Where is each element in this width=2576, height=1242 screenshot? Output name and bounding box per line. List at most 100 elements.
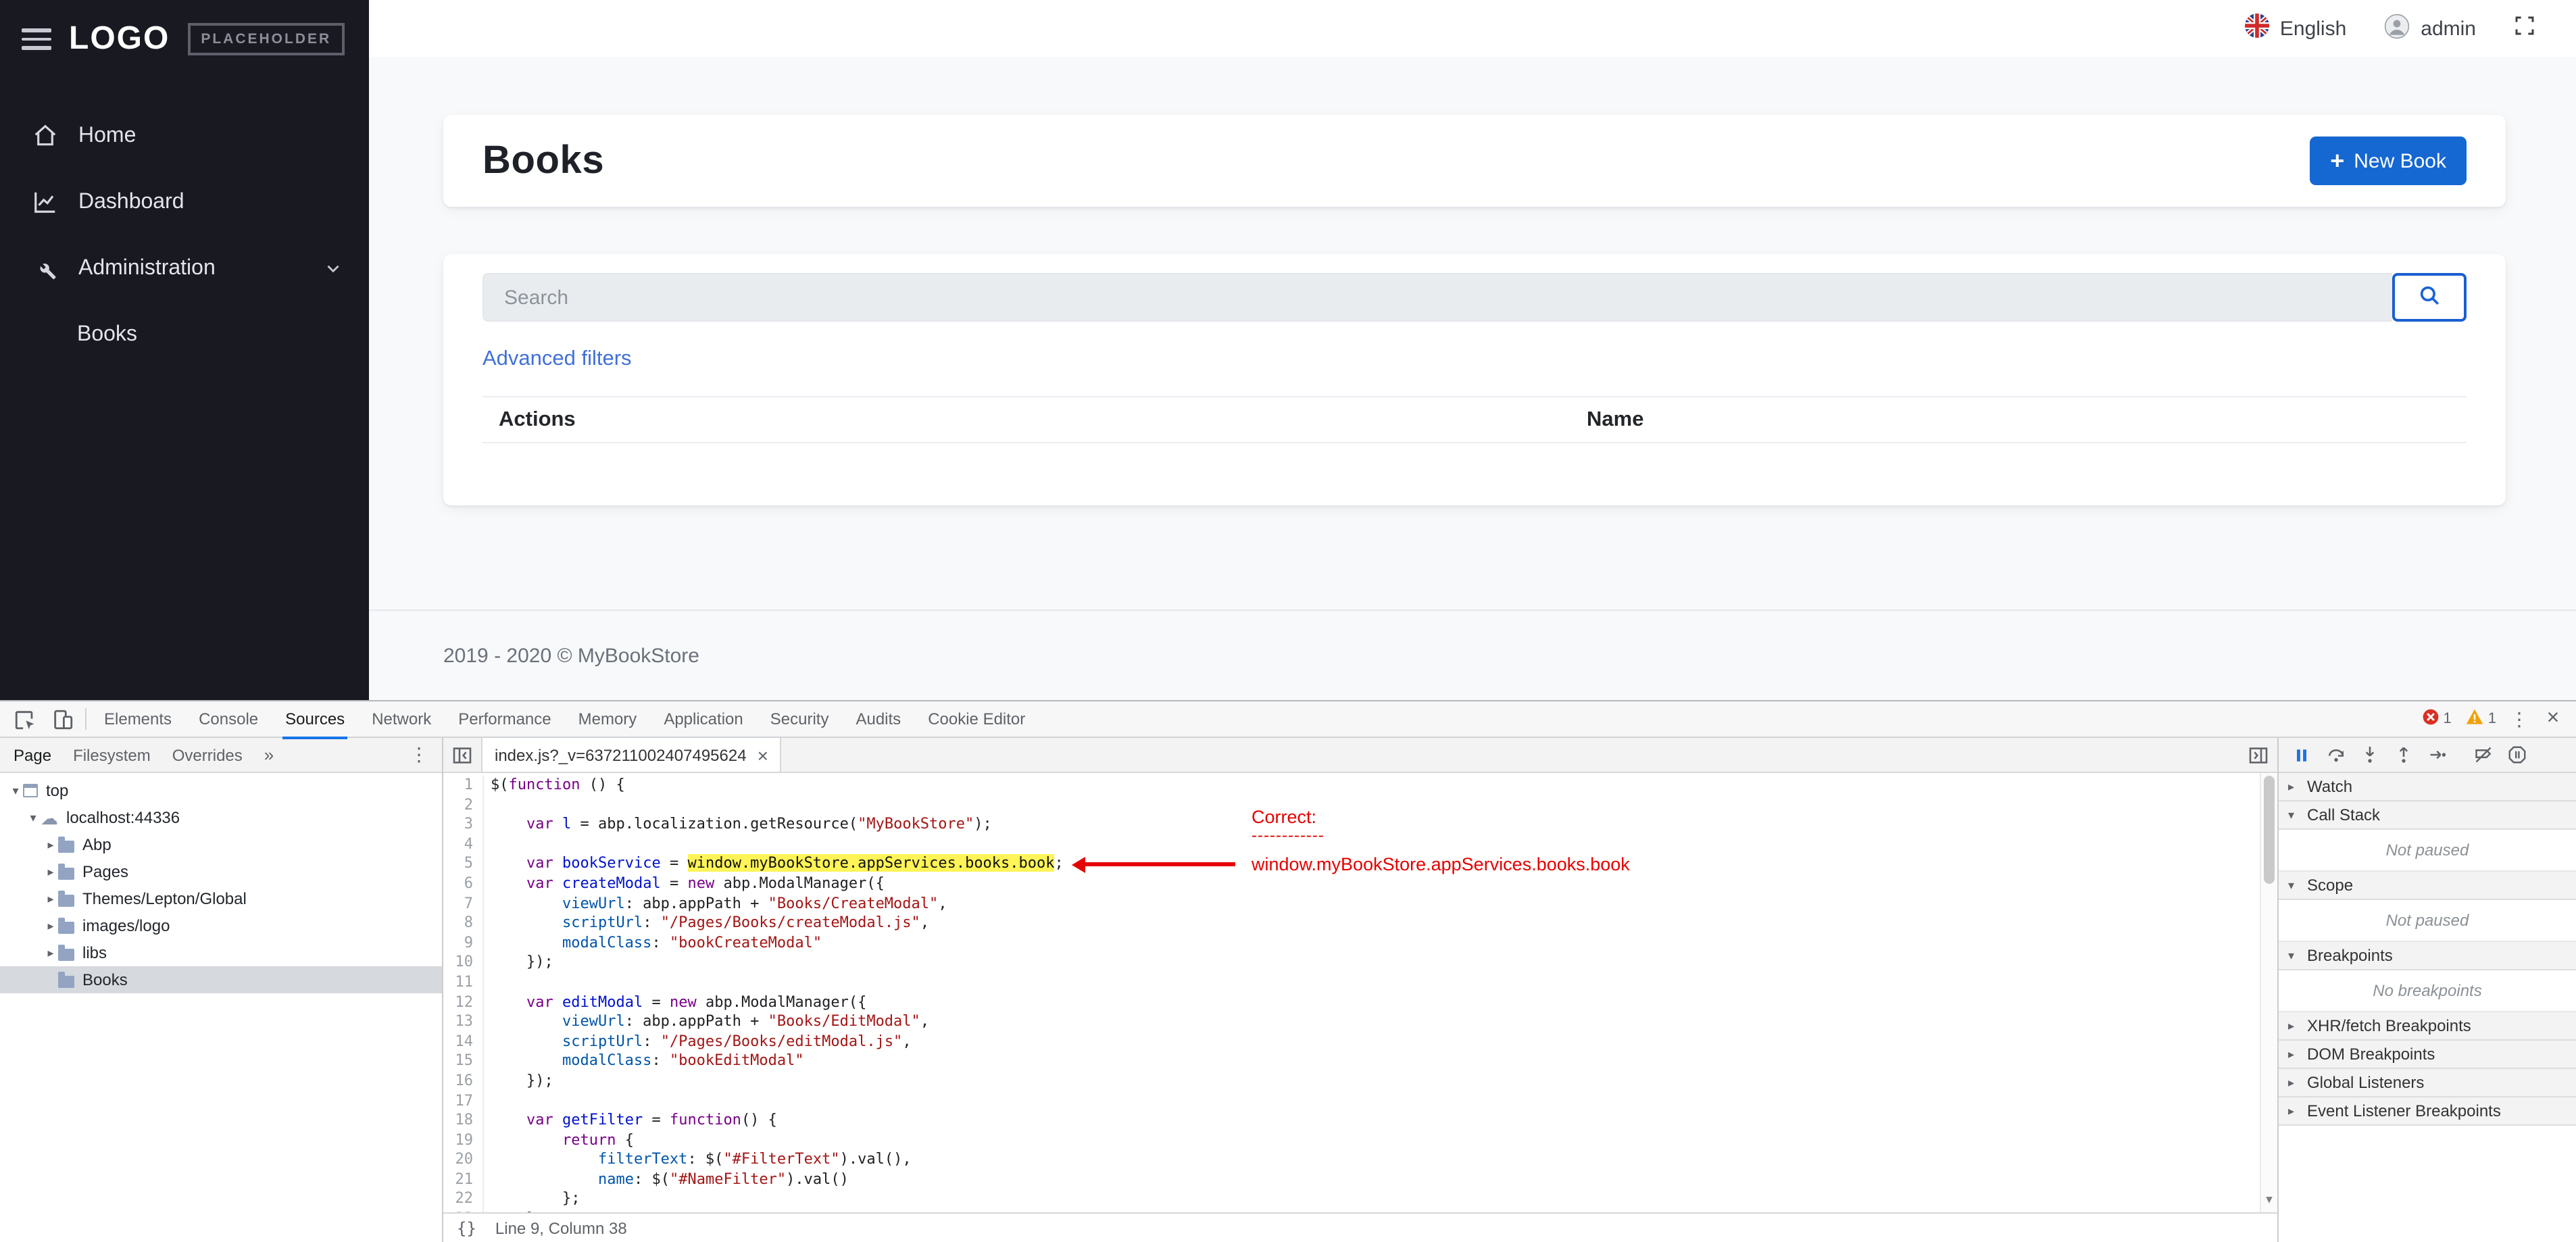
- line-number[interactable]: 11: [443, 972, 484, 993]
- pause-script-icon[interactable]: [2285, 739, 2318, 771]
- line-number[interactable]: 22: [443, 1189, 484, 1210]
- code-text[interactable]: [484, 973, 491, 993]
- tree-item-top[interactable]: ▾ top: [0, 777, 442, 804]
- debugger-section-event-listener-breakpoints[interactable]: ▸ Event Listener Breakpoints: [2279, 1097, 2576, 1126]
- sidebar-item-administration[interactable]: Administration: [0, 235, 369, 301]
- line-number[interactable]: 14: [443, 1032, 484, 1052]
- line-number[interactable]: 3: [443, 815, 484, 835]
- navigator-toggle-icon[interactable]: [443, 738, 481, 772]
- device-toolbar-icon[interactable]: [43, 701, 81, 737]
- line-number[interactable]: 9: [443, 933, 484, 953]
- inspect-element-icon[interactable]: [5, 701, 43, 737]
- sidebar-item-books[interactable]: Books: [0, 301, 369, 368]
- column-header-actions[interactable]: Actions: [482, 407, 1570, 432]
- language-selector[interactable]: English: [2244, 14, 2346, 43]
- code-text[interactable]: modalClass: "bookCreateModal": [484, 934, 822, 953]
- devtools-tab-sources[interactable]: Sources: [272, 701, 358, 739]
- tree-item-themes-lepton-global[interactable]: ▸ Themes/Lepton/Global: [0, 885, 442, 912]
- code-text[interactable]: $(function () {: [484, 776, 625, 795]
- sidebar-item-home[interactable]: Home: [0, 103, 369, 169]
- navigator-tab-filesystem[interactable]: Filesystem: [73, 745, 151, 764]
- code-text[interactable]: scriptUrl: "/Pages/Books/editModal.js",: [484, 1032, 912, 1051]
- code-text[interactable]: var l = abp.localization.getResource("My…: [484, 815, 992, 835]
- line-number[interactable]: 10: [443, 953, 484, 973]
- code-text[interactable]: [484, 1091, 491, 1111]
- devtools-tab-audits[interactable]: Audits: [842, 701, 914, 737]
- debugger-section-dom-breakpoints[interactable]: ▸ DOM Breakpoints: [2279, 1041, 2576, 1069]
- debugger-section-scope[interactable]: ▾ Scope: [2279, 872, 2576, 900]
- devtools-tab-memory[interactable]: Memory: [565, 701, 651, 737]
- code-text[interactable]: [484, 795, 491, 815]
- devtools-menu-icon[interactable]: ⋮: [2504, 707, 2534, 730]
- debugger-section-watch[interactable]: ▸ Watch: [2279, 773, 2576, 801]
- line-number[interactable]: 21: [443, 1170, 484, 1190]
- code-text[interactable]: };: [484, 1190, 580, 1210]
- new-book-button[interactable]: + New Book: [2310, 136, 2467, 185]
- search-input[interactable]: [482, 273, 2392, 322]
- line-number[interactable]: 4: [443, 835, 484, 855]
- column-header-name[interactable]: Name: [1570, 407, 2467, 432]
- line-number[interactable]: 18: [443, 1111, 484, 1131]
- code-text[interactable]: return {: [484, 1131, 634, 1150]
- line-number[interactable]: 16: [443, 1071, 484, 1091]
- debugger-section-xhr-fetch-breakpoints[interactable]: ▸ XHR/fetch Breakpoints: [2279, 1012, 2576, 1041]
- code-text[interactable]: scriptUrl: "/Pages/Books/createModal.js"…: [484, 914, 929, 933]
- navigator-tab-overrides[interactable]: Overrides: [172, 745, 243, 764]
- line-number[interactable]: 13: [443, 1012, 484, 1033]
- code-text[interactable]: name: $("#NameFilter").val(): [484, 1170, 849, 1190]
- code-text[interactable]: filterText: $("#FilterText").val(),: [484, 1151, 912, 1170]
- devtools-tab-performance[interactable]: Performance: [445, 701, 564, 737]
- line-number[interactable]: 17: [443, 1091, 484, 1112]
- fullscreen-button[interactable]: [2514, 15, 2535, 42]
- user-menu[interactable]: admin: [2384, 13, 2476, 44]
- code-text[interactable]: var editModal = new abp.ModalManager({: [484, 993, 866, 1012]
- close-tab-icon[interactable]: ×: [758, 744, 768, 766]
- code-text[interactable]: viewUrl: abp.appPath + "Books/CreateModa…: [484, 894, 947, 914]
- line-number[interactable]: 1: [443, 776, 484, 796]
- scrollbar-thumb[interactable]: [2264, 776, 2275, 884]
- line-number[interactable]: 12: [443, 993, 484, 1013]
- tree-item-books[interactable]: Books: [0, 966, 442, 993]
- tree-item-localhost-44336[interactable]: ▾ ☁ localhost:44336: [0, 804, 442, 831]
- devtools-close-icon[interactable]: ×: [2537, 707, 2569, 731]
- line-number[interactable]: 20: [443, 1150, 484, 1170]
- code-text[interactable]: var bookService = window.myBookStore.app…: [484, 854, 1064, 874]
- error-badge[interactable]: 1: [2417, 708, 2457, 730]
- line-number[interactable]: 19: [443, 1131, 484, 1151]
- line-number[interactable]: 2: [443, 795, 484, 816]
- debugger-section-call-stack[interactable]: ▾ Call Stack: [2279, 801, 2576, 830]
- tree-item-pages[interactable]: ▸ Pages: [0, 858, 442, 885]
- pause-on-exceptions-icon[interactable]: [2500, 739, 2533, 771]
- step-over-icon[interactable]: [2319, 739, 2352, 771]
- devtools-tab-network[interactable]: Network: [358, 701, 445, 737]
- code-text[interactable]: var getFilter = function() {: [484, 1111, 777, 1131]
- debugger-panel-toggle-icon[interactable]: [2239, 738, 2277, 772]
- line-number[interactable]: 5: [443, 854, 484, 874]
- step-out-icon[interactable]: [2387, 739, 2419, 771]
- code-text[interactable]: });: [484, 953, 553, 973]
- tree-item-abp[interactable]: ▸ Abp: [0, 831, 442, 858]
- line-number[interactable]: 15: [443, 1051, 484, 1072]
- more-tabs-chevron[interactable]: »: [264, 745, 274, 765]
- pretty-print-icon[interactable]: {}: [457, 1218, 476, 1237]
- step-into-icon[interactable]: [2353, 739, 2385, 771]
- devtools-tab-security[interactable]: Security: [757, 701, 843, 737]
- code-text[interactable]: });: [484, 1072, 553, 1091]
- debugger-section-global-listeners[interactable]: ▸ Global Listeners: [2279, 1069, 2576, 1097]
- line-number[interactable]: 7: [443, 894, 484, 914]
- editor-file-tab[interactable]: index.js?_v=637211002407495624 ×: [481, 738, 782, 772]
- navigator-tab-page[interactable]: Page: [14, 745, 51, 764]
- tree-item-libs[interactable]: ▸ libs: [0, 939, 442, 966]
- step-icon[interactable]: [2421, 739, 2453, 771]
- devtools-tab-elements[interactable]: Elements: [91, 701, 185, 737]
- advanced-filters-link[interactable]: Advanced filters: [482, 346, 632, 372]
- line-number[interactable]: 6: [443, 874, 484, 895]
- line-number[interactable]: 8: [443, 914, 484, 934]
- devtools-tab-console[interactable]: Console: [185, 701, 272, 737]
- devtools-tab-application[interactable]: Application: [650, 701, 756, 737]
- debugger-section-breakpoints[interactable]: ▾ Breakpoints: [2279, 942, 2576, 970]
- deactivate-breakpoints-icon[interactable]: [2467, 739, 2499, 771]
- code-text[interactable]: viewUrl: abp.appPath + "Books/EditModal"…: [484, 1012, 929, 1032]
- navigator-menu-icon[interactable]: ⋮: [410, 743, 428, 766]
- editor-scrollbar[interactable]: ▼: [2260, 773, 2277, 1212]
